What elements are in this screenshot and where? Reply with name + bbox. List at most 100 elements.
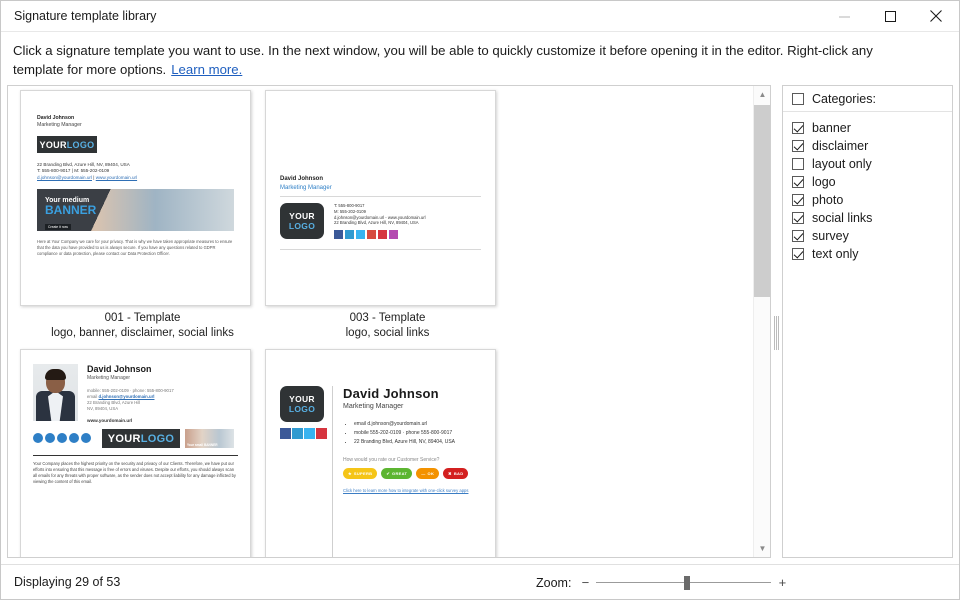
social-links-row — [334, 230, 426, 241]
template-gallery: David Johnson Marketing Manager YOUR LOGO… — [7, 85, 771, 558]
template-card-005[interactable]: YOUR LOGO David Johnson Marketing Manage… — [265, 349, 496, 557]
template-card-004[interactable]: David Johnson Marketing Manager mobile: … — [20, 349, 251, 557]
preview-name: David Johnson — [87, 364, 152, 374]
signature-template-library-window: Signature template library Click a signa… — [0, 0, 960, 600]
category-item-social-links[interactable]: social links — [792, 209, 952, 227]
status-bar: Displaying 29 of 53 Zoom: − + — [1, 564, 959, 599]
template-preview-005: YOUR LOGO David Johnson Marketing Manage… — [266, 350, 495, 557]
categories-header-label: Categories: — [812, 91, 876, 106]
youtube-icon — [367, 230, 376, 240]
survey-link[interactable]: Click here to learn more how to integrat… — [343, 488, 481, 493]
title-bar: Signature template library — [1, 1, 959, 32]
maximize-button[interactable] — [867, 1, 913, 32]
preview-contact-block: mobile: 555-202-0109 · phone: 555-800-90… — [87, 388, 174, 412]
template-cell: YOUR LOGO David Johnson Marketing Manage… — [265, 349, 510, 557]
body-area: David Johnson Marketing Manager YOUR LOGO… — [1, 85, 959, 563]
logo-part-1: YOUR — [39, 139, 67, 150]
mini-banner-text: Your small BANNER — [187, 443, 218, 447]
category-item-photo[interactable]: photo — [792, 191, 952, 209]
template-title: 003 - Template — [349, 312, 426, 324]
preview-role: Marketing Manager — [37, 122, 82, 128]
category-item-banner[interactable]: banner — [792, 119, 952, 137]
disclaimer-text: Your Company places the highest priority… — [33, 461, 236, 484]
logo-badge: YOUR LOGO — [37, 136, 97, 153]
categories-header[interactable]: Categories: — [783, 86, 952, 112]
checkbox-layout-only[interactable] — [792, 158, 804, 170]
category-item-logo[interactable]: logo — [792, 173, 952, 191]
scroll-down-icon[interactable]: ▼ — [754, 540, 770, 557]
logo-badge: YOUR LOGO — [102, 429, 180, 448]
category-item-text-only[interactable]: text only — [792, 245, 952, 263]
category-item-disclaimer[interactable]: disclaimer — [792, 137, 952, 155]
template-tags: logo, social links — [345, 327, 430, 339]
checkbox-disclaimer[interactable] — [792, 140, 804, 152]
checkbox-logo[interactable] — [792, 176, 804, 188]
checkbox-social-links[interactable] — [792, 212, 804, 224]
facebook-icon — [280, 428, 291, 439]
preview-name: David Johnson — [343, 386, 439, 401]
survey-button-superb[interactable]: ★ SUPERB — [343, 468, 378, 479]
instagram-icon — [389, 230, 398, 240]
template-caption: 001 - Template logo, banner, disclaimer,… — [20, 306, 265, 349]
preview-role: Marketing Manager — [343, 403, 404, 410]
social-links-row — [280, 428, 332, 442]
logo-part-2: LOGO — [140, 432, 175, 445]
logo-part-1: YOUR — [289, 394, 315, 404]
divider — [280, 196, 481, 197]
category-label: layout only — [812, 157, 872, 171]
preview-role: Marketing Manager — [280, 184, 332, 191]
learn-more-link[interactable]: Learn more. — [171, 62, 242, 77]
preview-address-block: 22 Branding Blvd, Azure Hill, NV, 89404,… — [37, 162, 234, 181]
instagram-icon — [81, 432, 91, 443]
survey-question: How would you rate our Customer Service? — [343, 457, 440, 463]
survey-button-bad[interactable]: ✖ BAD — [443, 468, 469, 479]
logo-part-2: LOGO — [288, 404, 316, 414]
zoom-out-icon[interactable]: − — [579, 575, 591, 590]
template-tags: logo, banner, disclaimer, social links — [51, 327, 234, 339]
youtube-icon — [316, 428, 327, 439]
scroll-up-icon[interactable]: ▲ — [754, 86, 770, 103]
checkbox-text-only[interactable] — [792, 248, 804, 260]
zoom-label: Zoom: — [536, 575, 572, 590]
preview-email: d.johnson@yourdomain.url — [37, 174, 92, 180]
preview-identity: David Johnson Marketing Manager — [37, 115, 234, 129]
zoom-slider[interactable] — [596, 575, 772, 590]
preview-name: David Johnson — [37, 115, 75, 121]
email-label: email — [87, 394, 98, 399]
scrollbar-thumb[interactable] — [754, 105, 770, 297]
template-gallery-viewport: David Johnson Marketing Manager YOUR LOGO… — [8, 86, 753, 557]
close-button[interactable] — [913, 1, 959, 32]
template-cell: David Johnson Marketing Manager YOUR LOGO… — [20, 90, 265, 349]
preview-identity: David Johnson Marketing Manager — [280, 175, 481, 192]
template-card-003[interactable]: David Johnson Marketing Manager YOUR LOGO — [265, 90, 496, 306]
logo-badge: YOUR LOGO — [280, 386, 324, 422]
splitter-grip[interactable] — [774, 316, 779, 350]
logo-part-1: YOUR — [289, 211, 315, 221]
checkbox-photo[interactable] — [792, 194, 804, 206]
window-controls — [821, 1, 959, 32]
displaying-count: Displaying 29 of 53 — [14, 575, 121, 589]
gallery-scrollbar[interactable]: ▲ ▼ — [753, 86, 770, 557]
preview-email: d.johnson@yourdomain.url — [98, 394, 155, 399]
logo-part-2: LOGO — [288, 221, 316, 231]
checkbox-survey[interactable] — [792, 230, 804, 242]
survey-button-great[interactable]: ✔ GREAT — [381, 468, 413, 479]
template-preview-001: David Johnson Marketing Manager YOUR LOGO… — [21, 91, 250, 305]
checkbox-banner[interactable] — [792, 122, 804, 134]
template-card-001[interactable]: David Johnson Marketing Manager YOUR LOGO… — [20, 90, 251, 306]
logo-part-1: YOUR — [107, 432, 141, 445]
linkedin-icon — [345, 230, 354, 240]
zoom-slider-thumb[interactable] — [684, 575, 691, 590]
panel-splitter[interactable] — [772, 85, 781, 558]
zoom-in-icon[interactable]: + — [776, 575, 788, 590]
template-cell: David Johnson Marketing Manager YOUR LOGO — [265, 90, 510, 349]
template-grid: David Johnson Marketing Manager YOUR LOGO… — [8, 86, 753, 557]
category-item-survey[interactable]: survey — [792, 227, 952, 245]
categories-panel: Categories: banner disclaimer layout onl… — [782, 85, 953, 558]
category-item-layout-only[interactable]: layout only — [792, 155, 952, 173]
categories-header-checkbox[interactable] — [792, 92, 804, 105]
contact-item: 22 Branding Blvd, Azure Hill, NV, 89404,… — [354, 438, 481, 447]
survey-button-ok[interactable]: — OK — [416, 468, 440, 479]
instructions-text: Click a signature template you want to u… — [1, 32, 931, 79]
minimize-button[interactable] — [821, 1, 867, 32]
